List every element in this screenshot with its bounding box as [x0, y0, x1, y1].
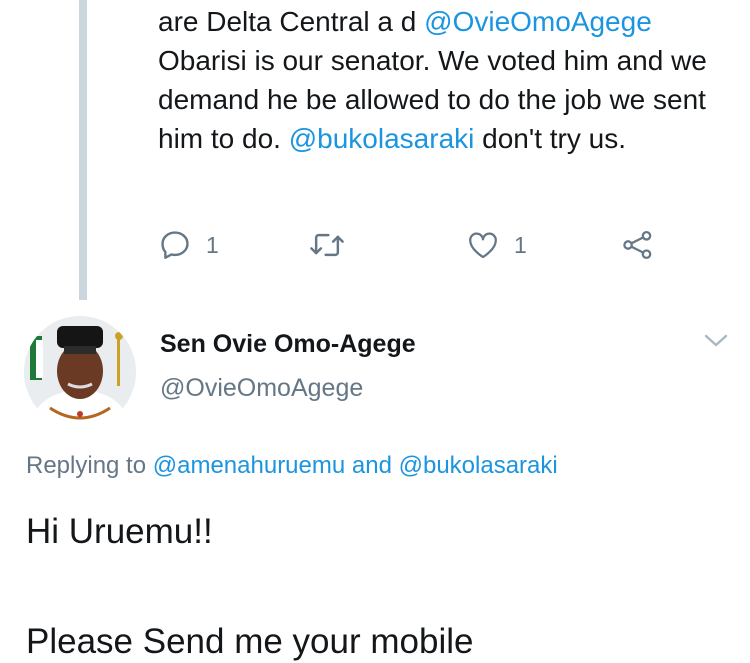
chevron-down-icon[interactable] [702, 330, 730, 352]
author-name[interactable]: Sen Ovie Omo-Agege [160, 330, 416, 359]
like-count: 1 [514, 231, 527, 258]
share-button[interactable] [620, 225, 656, 265]
share-icon [620, 228, 656, 262]
reply-body-line: Please Send me your mobile [26, 622, 474, 661]
parent-text-part: don't try us. [474, 123, 626, 154]
avatar-image [24, 316, 136, 428]
mention-link[interactable]: @bukolasaraki [289, 123, 475, 154]
author-handle[interactable]: @OvieOmoAgege [160, 374, 363, 403]
replying-and: and [351, 452, 392, 479]
like-button[interactable]: 1 [466, 225, 527, 265]
reply-body-line: Hi Uruemu!! [26, 512, 213, 551]
author-avatar[interactable] [24, 316, 136, 428]
reply-button[interactable]: 1 [158, 225, 219, 265]
parent-tweet-text: are Delta Central a d @OvieOmoAgege Obar… [158, 2, 738, 158]
mention-link[interactable]: @OvieOmoAgege [424, 6, 652, 37]
replying-prefix: Replying to [26, 452, 147, 479]
reply-icon [158, 228, 192, 262]
tweet-action-bar: 1 1 [158, 225, 718, 265]
replying-to-line: Replying to @amenahuruemu and @bukolasar… [26, 452, 558, 480]
mention-link[interactable]: @amenahuruemu [153, 452, 345, 479]
retweet-icon [308, 228, 346, 262]
mention-link[interactable]: @bukolasaraki [399, 452, 558, 479]
retweet-button[interactable] [308, 225, 346, 265]
parent-text-part: are Delta Central a d [158, 6, 425, 37]
thread-connector-line [79, 0, 87, 300]
reply-count: 1 [206, 231, 219, 258]
like-icon [466, 228, 500, 262]
